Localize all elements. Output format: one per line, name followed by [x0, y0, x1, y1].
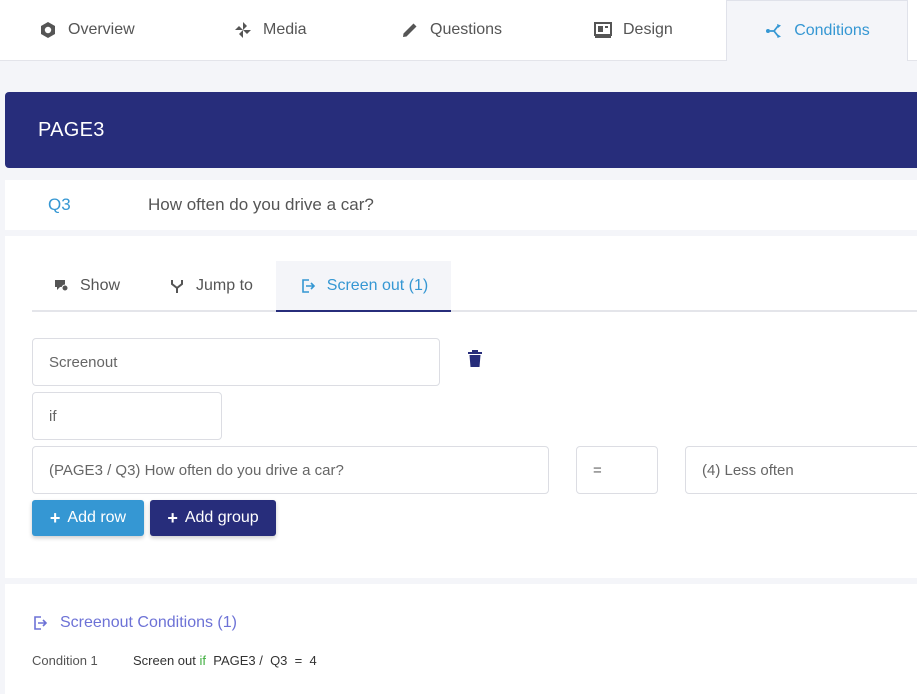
tab-label: Screen out (1) — [326, 276, 429, 294]
tab-label: Questions — [430, 21, 503, 38]
button-label: Add group — [184, 509, 259, 526]
condition-tabs: Show Jump to Screen out (1) — [32, 261, 917, 312]
summary-title-text: Screenout Conditions (1) — [60, 614, 237, 631]
tab-overview[interactable]: Overview — [38, 0, 135, 60]
condition-action: Screen out — [133, 653, 196, 668]
trash-icon[interactable] — [468, 350, 484, 368]
hexagon-icon — [38, 20, 58, 40]
plus-icon: + — [49, 508, 61, 528]
question-id: Q3 — [48, 195, 71, 214]
design-icon — [593, 20, 613, 40]
screenout-summary: Screenout Conditions (1) Condition 1 Scr… — [5, 584, 917, 694]
question-row: Q3 How often do you drive a car? — [5, 180, 917, 230]
answer-select[interactable]: (4) Less often — [685, 446, 917, 494]
screen-out-icon — [299, 277, 317, 295]
pinwheel-icon — [233, 20, 253, 40]
condition-panel: Show Jump to Screen out (1) Screenout if… — [5, 236, 917, 578]
top-tab-bar: Overview Media Questions Design Conditio… — [0, 0, 917, 61]
tab-label: Design — [623, 21, 673, 38]
condition-operator: = — [294, 653, 303, 668]
page-title: PAGE3 — [38, 118, 105, 141]
tab-label: Show — [80, 276, 121, 294]
tab-jump-to[interactable]: Jump to — [168, 261, 253, 310]
question-select[interactable]: (PAGE3 / Q3) How often do you drive a ca… — [32, 446, 549, 494]
summary-title[interactable]: Screenout Conditions (1) — [32, 614, 237, 632]
condition-label: Condition 1 — [32, 653, 98, 668]
screen-out-icon — [32, 615, 48, 631]
add-row-button[interactable]: + Add row — [32, 500, 144, 536]
button-label: Add row — [67, 509, 127, 526]
tab-label: Conditions — [794, 22, 870, 39]
plus-icon: + — [167, 508, 178, 528]
add-group-button[interactable]: + Add group — [150, 500, 276, 536]
if-field[interactable]: if — [32, 392, 222, 440]
tab-show[interactable]: Show — [52, 261, 120, 310]
question-text: How often do you drive a car? — [148, 195, 374, 214]
show-icon — [52, 277, 70, 295]
tab-label: Overview — [68, 21, 135, 38]
tab-media[interactable]: Media — [233, 0, 307, 60]
tab-label: Jump to — [196, 276, 253, 294]
fork-icon — [168, 277, 186, 295]
pencil-icon — [400, 20, 420, 40]
tab-screen-out[interactable]: Screen out (1) — [276, 261, 451, 312]
tab-design[interactable]: Design — [593, 0, 673, 60]
condition-value: 4 — [309, 653, 317, 668]
condition-summary-line: Condition 1 Screen out if PAGE3 / Q3 = 4 — [32, 653, 317, 668]
condition-reference: PAGE3 / Q3 — [213, 653, 288, 668]
tab-questions[interactable]: Questions — [400, 0, 502, 60]
tab-label: Media — [263, 21, 307, 38]
branch-icon — [764, 21, 784, 41]
operator-select[interactable]: = — [576, 446, 658, 494]
page-header: PAGE3 — [5, 92, 917, 168]
screenout-name-field[interactable]: Screenout — [32, 338, 440, 386]
tab-conditions[interactable]: Conditions — [726, 0, 908, 61]
